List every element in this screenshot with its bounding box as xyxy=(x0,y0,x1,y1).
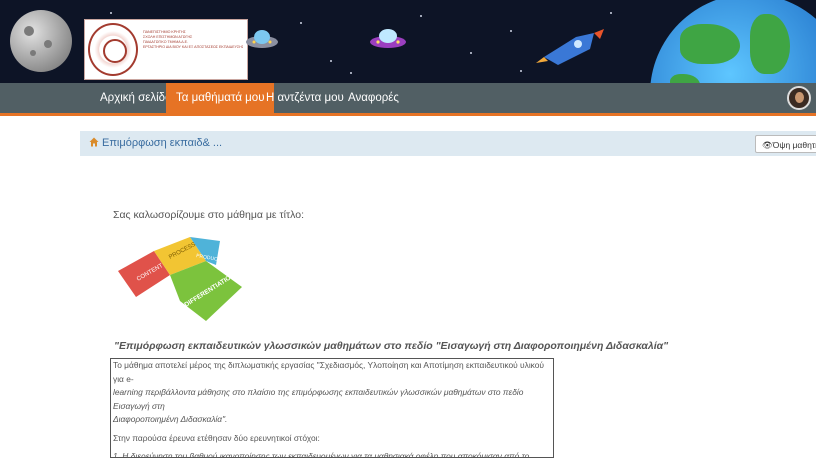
university-logo[interactable]: ΠΑΝΕΠΙΣΤΗΜΙΟ ΚΡΗΤΗΣ ΣΧΟΛΗ ΕΠΙΣΤΗΜΩΝ ΑΓΩΓ… xyxy=(84,19,248,80)
university-seal-icon xyxy=(88,23,138,76)
course-title: "Επιμόρφωση εκπαιδευτικών γλωσσικών μαθη… xyxy=(114,340,669,352)
breadcrumb: Επιμόρφωση εκπαιδ& ... xyxy=(80,131,816,156)
student-view-button[interactable]: 👁Όψη μαθητή xyxy=(755,135,816,153)
star-decoration xyxy=(300,22,302,24)
nav-my-agenda[interactable]: Η αντζέντα μου xyxy=(266,83,344,113)
star-decoration xyxy=(420,15,422,17)
puzzle-image: CONTENT PROCESS PRODUCT DIFFERENTIATION xyxy=(118,237,242,321)
rocket-icon xyxy=(536,29,604,65)
description-line: Στην παρούσα έρευνα ετέθησαν δύο ερευνητ… xyxy=(113,432,320,443)
description-line: 1. Η διερεύνηση του βαθμού ικανοποίησης … xyxy=(113,451,530,458)
star-decoration xyxy=(610,12,612,14)
ufo-icon xyxy=(246,30,278,48)
star-decoration xyxy=(470,52,472,54)
eye-icon: 👁 xyxy=(762,140,773,150)
nav-reports[interactable]: Αναφορές xyxy=(348,83,399,113)
moon-image xyxy=(10,10,72,72)
welcome-text: Σας καλωσορίζουμε στο μάθημα με τίτλο: xyxy=(113,209,304,221)
main-navbar: Αρχική σελίδα Τα μαθήματά μου Η αντζέντα… xyxy=(0,83,816,116)
earth-image xyxy=(650,0,816,83)
header-banner: ΠΑΝΕΠΙΣΤΗΜΙΟ ΚΡΗΤΗΣ ΣΧΟΛΗ ΕΠΙΣΤΗΜΩΝ ΑΓΩΓ… xyxy=(0,0,816,83)
star-decoration xyxy=(520,70,522,72)
course-description-box: Το μάθημα αποτελεί μέρος της διπλωματική… xyxy=(110,358,554,458)
student-view-label: Όψη μαθητή xyxy=(772,140,816,150)
ufo-icon xyxy=(370,29,406,48)
logo-text-line: ΕΡΓΑΣΤΗΡΙΟ ΔΙΑ ΒΙΟΥ ΚΑΙ ΕΞ ΑΠΟΣΤΑΣΕΩΣ ΕΚ… xyxy=(143,45,243,49)
breadcrumb-item[interactable]: Επιμόρφωση εκπαιδ& ... xyxy=(89,136,222,149)
description-line: Διαφοροποιημένη Διδασκαλία". xyxy=(113,414,228,424)
nav-home[interactable]: Αρχική σελίδα xyxy=(100,83,172,113)
star-decoration xyxy=(330,60,332,62)
star-decoration xyxy=(510,30,512,32)
description-line: learning περιβάλλοντα μάθησης στο πλαίσι… xyxy=(113,387,524,411)
user-avatar[interactable] xyxy=(787,86,811,110)
home-icon xyxy=(89,137,99,147)
star-decoration xyxy=(110,12,112,14)
breadcrumb-label: Επιμόρφωση εκπαιδ& ... xyxy=(102,137,223,149)
star-decoration xyxy=(350,72,352,74)
description-line: Το μάθημα αποτελεί μέρος της διπλωματική… xyxy=(113,360,545,384)
nav-my-courses[interactable]: Τα μαθήματά μου xyxy=(166,83,275,113)
